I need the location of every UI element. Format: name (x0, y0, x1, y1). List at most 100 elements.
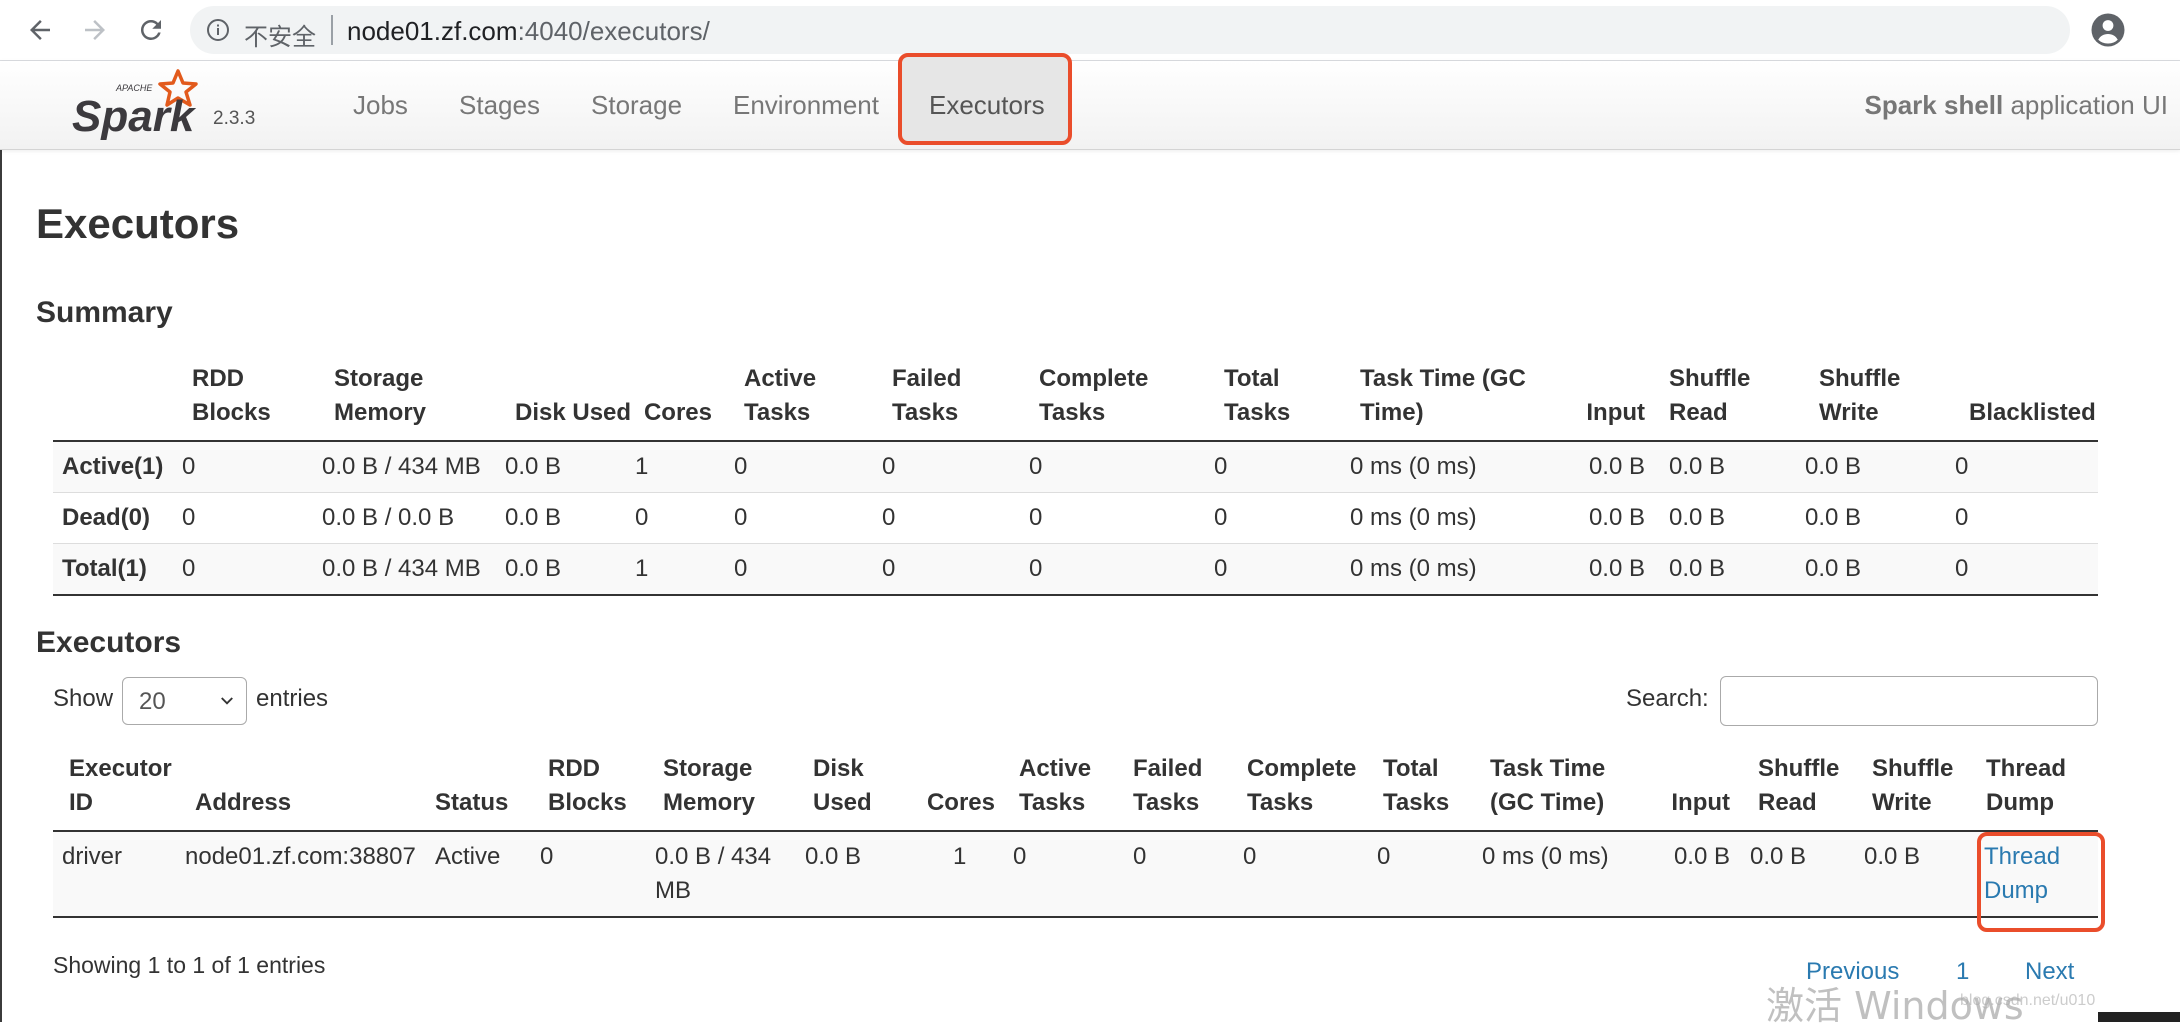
summary-cell: 0.0 B / 0.0 B (322, 504, 455, 531)
summary-cell: 0 (1029, 555, 1043, 582)
summary-cell: 1 (635, 555, 649, 582)
taskbar-corner (2098, 1012, 2180, 1022)
account-icon[interactable] (2090, 12, 2126, 48)
summary-cell: 0 (1029, 504, 1043, 531)
blog-watermark: blog.csdn.net/u010 (1960, 992, 2096, 1009)
summary-cell: Total(1) (62, 555, 147, 582)
executors-table: Executor ID Address Status RDD Blocks St… (53, 752, 2098, 918)
col-disk-used[interactable]: Disk Used (805, 752, 905, 831)
col-complete-tasks[interactable]: Complete Tasks (1237, 752, 1377, 831)
col-active-tasks[interactable]: Active Tasks (1005, 752, 1123, 831)
executor-failed-tasks: 0 (1133, 843, 1147, 870)
col-shuffle-write[interactable]: Shuffle Write (1805, 362, 1955, 441)
summary-cell: 0 (182, 504, 196, 531)
address-bar[interactable]: 不安全 node01.zf.com:4040/executors/ (190, 6, 2070, 54)
executor-status: Active (435, 843, 501, 870)
tab-environment[interactable]: Environment (733, 90, 879, 121)
col-blacklisted[interactable]: Blacklisted (1955, 362, 2098, 441)
col-input[interactable]: Input (1655, 752, 1736, 831)
security-label: 不安全 (244, 23, 316, 51)
tab-executors[interactable]: Executors (929, 90, 1045, 121)
col-complete-tasks[interactable]: Complete Tasks (1029, 362, 1214, 441)
summary-title: Summary (36, 296, 173, 329)
summary-cell: 0.0 B / 434 MB (322, 555, 481, 582)
app-name-rest: application UI (2003, 90, 2168, 120)
executor-disk-used: 0.0 B (805, 843, 862, 870)
summary-cell: 0.0 B (505, 453, 562, 480)
summary-cell: 0.0 B (1588, 555, 1645, 582)
executor-task-time: 0 ms (0 ms) (1482, 843, 1609, 870)
executors-title: Executors (36, 626, 182, 659)
col-rdd-blocks[interactable]: RDD Blocks (540, 752, 655, 831)
summary-cell: 0 (1214, 504, 1228, 531)
pagination-next[interactable]: Next (2025, 958, 2074, 986)
executor-complete-tasks: 0 (1243, 843, 1257, 870)
summary-cell: 0 (1214, 555, 1228, 582)
summary-cell: 0 (734, 555, 748, 582)
executor-active-tasks: 0 (1013, 843, 1027, 870)
back-icon[interactable] (21, 11, 59, 49)
spark-navbar: APACHE Spark 2.3.3 Jobs Stages Storage E… (0, 53, 2180, 150)
summary-cell: Dead(0) (62, 504, 151, 531)
summary-cell: 0.0 B (1805, 555, 1862, 582)
info-icon[interactable] (206, 18, 230, 42)
col-thread-dump[interactable]: Thread Dump (1964, 752, 2098, 831)
col-failed-tasks[interactable]: Failed Tasks (882, 362, 1029, 441)
app-name: Spark shell application UI (1865, 90, 2169, 121)
col-disk-used[interactable]: Disk Used (505, 362, 635, 441)
col-executor-id[interactable]: Executor ID (53, 752, 185, 831)
summary-cell: 0.0 B (1588, 453, 1645, 480)
search-input[interactable] (1720, 676, 2098, 726)
summary-cell: 0.0 B (1669, 453, 1726, 480)
url-text[interactable]: node01.zf.com:4040/executors/ (347, 16, 710, 47)
col-task-time[interactable]: Task Time (GC Time) (1482, 752, 1655, 831)
summary-cell: 0.0 B (1805, 453, 1862, 480)
browser-toolbar: 不安全 node01.zf.com:4040/executors/ (0, 0, 2180, 61)
col-cores[interactable]: Cores (635, 362, 734, 441)
tab-storage[interactable]: Storage (591, 90, 682, 121)
col-status[interactable]: Status (435, 752, 540, 831)
col-shuffle-read[interactable]: Shuffle Read (1655, 362, 1805, 441)
col-shuffle-read[interactable]: Shuffle Read (1736, 752, 1850, 831)
col-task-time[interactable]: Task Time (GC Time) (1350, 362, 1563, 441)
chevron-down-icon (221, 697, 233, 705)
col-rdd-blocks[interactable]: RDD Blocks (182, 362, 322, 441)
summary-cell: Active(1) (62, 453, 164, 480)
col-storage-memory[interactable]: Storage Memory (322, 362, 505, 441)
tab-stages[interactable]: Stages (459, 90, 540, 121)
col-shuffle-write[interactable]: Shuffle Write (1850, 752, 1964, 831)
summary-cell: 0.0 B (1669, 504, 1726, 531)
summary-row-active: Active(1) 0 0.0 B / 434 MB 0.0 B 1 0 0 0… (53, 441, 2098, 493)
col-address[interactable]: Address (185, 752, 435, 831)
table-row: driver node01.zf.com:38807 Active 0 0.0 … (53, 831, 2098, 917)
summary-cell: 0 (882, 555, 896, 582)
executor-storage-memory: 0.0 B / 434 MB (655, 843, 772, 904)
summary-cell: 1 (635, 453, 649, 480)
summary-cell: 0 (1214, 453, 1228, 480)
col-total-tasks[interactable]: Total Tasks (1214, 362, 1350, 441)
summary-cell: 0 (1029, 453, 1043, 480)
table-info: Showing 1 to 1 of 1 entries (53, 952, 326, 978)
tab-jobs[interactable]: Jobs (353, 90, 408, 121)
col-failed-tasks[interactable]: Failed Tasks (1123, 752, 1237, 831)
executor-shuffle-write: 0.0 B (1864, 843, 1921, 870)
summary-cell: 0 (882, 453, 896, 480)
col-input[interactable]: Input (1563, 362, 1655, 441)
reload-icon[interactable] (132, 11, 170, 49)
summary-cell: 0 (882, 504, 896, 531)
summary-cell: 0.0 B (1669, 555, 1726, 582)
col-active-tasks[interactable]: Active Tasks (734, 362, 882, 441)
spark-logo[interactable]: APACHE Spark (68, 65, 208, 145)
executor-id: driver (62, 843, 123, 870)
search-label: Search: (1626, 685, 1709, 712)
col-total-tasks[interactable]: Total Tasks (1377, 752, 1482, 831)
summary-cell: 0 (1955, 555, 1969, 582)
address-separator (331, 15, 333, 45)
forward-icon[interactable] (76, 11, 114, 49)
spark-version: 2.3.3 (213, 108, 256, 129)
col-storage-memory[interactable]: Storage Memory (655, 752, 805, 831)
window-edge (0, 0, 2, 1022)
summary-cell: 0.0 B / 434 MB (322, 453, 481, 480)
page-size-select[interactable]: 20 (122, 677, 247, 725)
col-cores[interactable]: Cores (905, 752, 1005, 831)
